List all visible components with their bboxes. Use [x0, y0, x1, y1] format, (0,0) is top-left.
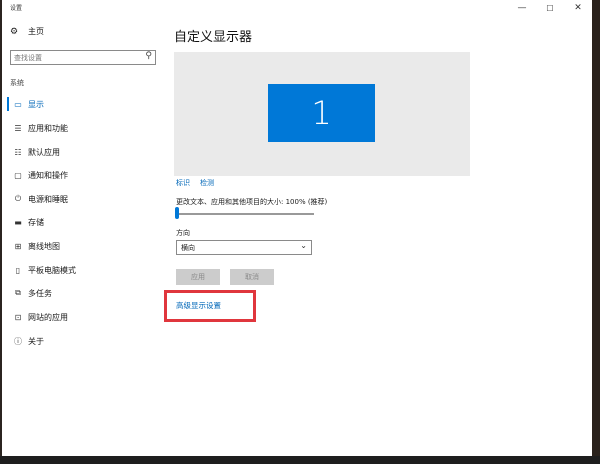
sidebar-item-label: 显示: [28, 99, 44, 109]
apply-button[interactable]: 应用: [176, 269, 220, 285]
sidebar-item-label: 平板电脑模式: [28, 265, 76, 275]
info-icon: ⓘ: [14, 336, 22, 346]
monitor-icon: ▭: [14, 99, 22, 109]
scale-label: 更改文本、应用和其他项目的大小: 100% (推荐): [176, 198, 328, 206]
web-apps-icon: ⊡: [14, 312, 22, 322]
monitor-1[interactable]: 1: [268, 84, 375, 142]
window-title: 设置: [10, 5, 23, 12]
desktop-background: [592, 0, 600, 464]
sidebar-item-notifications[interactable]: ▢ 通知和操作: [2, 165, 162, 185]
scale-slider-track[interactable]: [176, 213, 314, 215]
sidebar-item-label: 离线地图: [28, 241, 60, 251]
sidebar-item-label: 电源和睡眠: [28, 194, 68, 204]
orientation-value: 横向: [181, 244, 195, 252]
map-icon: ⊞: [14, 241, 22, 251]
taskbar-edge: [0, 456, 600, 464]
maximize-button[interactable]: ☐: [536, 0, 564, 16]
gear-icon: ⚙: [10, 26, 19, 37]
active-indicator: [7, 97, 9, 111]
sidebar: ⚙ 主页 ⚲ 系统 ▭ 显示 ☰ 应用和功能 ☷ 默认应用 ▢ 通知和操作 ⏻ …: [2, 16, 162, 456]
monitor-number: 1: [311, 94, 332, 132]
sidebar-item-label: 存储: [28, 217, 44, 227]
advanced-display-settings-link[interactable]: 高级显示设置: [176, 300, 221, 311]
sidebar-item-about[interactable]: ⓘ 关于: [2, 331, 162, 351]
scale-slider-thumb[interactable]: [175, 207, 179, 219]
sidebar-item-label: 多任务: [28, 288, 52, 298]
identify-link[interactable]: 标识: [176, 178, 190, 188]
minimize-button[interactable]: —: [508, 0, 536, 16]
main-content: 自定义显示器 1 标识 检测 更改文本、应用和其他项目的大小: 100% (推荐…: [164, 16, 584, 456]
sidebar-item-label: 默认应用: [28, 147, 60, 157]
sidebar-item-apps-for-websites[interactable]: ⊡ 网站的应用: [2, 307, 162, 327]
sidebar-home[interactable]: ⚙ 主页: [10, 26, 44, 37]
sidebar-item-tablet-mode[interactable]: ▯ 平板电脑模式: [2, 260, 162, 280]
multitask-icon: ⧉: [15, 288, 21, 297]
search-input[interactable]: [14, 52, 138, 63]
sidebar-item-label: 关于: [28, 336, 44, 346]
title-bar: 设置 — ☐ ✕: [2, 0, 592, 16]
sidebar-item-label: 网站的应用: [28, 312, 68, 322]
monitor-arrangement: 1: [174, 52, 470, 176]
search-box[interactable]: ⚲: [10, 50, 156, 65]
section-label: 系统: [10, 79, 24, 87]
cancel-button[interactable]: 取消: [230, 269, 274, 285]
sidebar-item-apps-features[interactable]: ☰ 应用和功能: [2, 118, 162, 138]
sidebar-item-multitasking[interactable]: ⧉ 多任务: [2, 283, 162, 303]
sidebar-item-power-sleep[interactable]: ⏻ 电源和睡眠: [2, 189, 162, 209]
close-button[interactable]: ✕: [564, 0, 592, 16]
apps-list-icon: ☰: [14, 123, 22, 133]
orientation-dropdown[interactable]: 横向 ⌄: [176, 240, 312, 255]
orientation-label: 方向: [176, 229, 190, 237]
detect-link[interactable]: 检测: [200, 178, 214, 188]
storage-icon: ▬: [14, 217, 22, 227]
sidebar-item-offline-maps[interactable]: ⊞ 离线地图: [2, 236, 162, 256]
sidebar-item-label: 通知和操作: [28, 170, 68, 180]
default-apps-icon: ☷: [14, 147, 22, 157]
power-icon: ⏻: [14, 194, 22, 203]
tablet-icon: ▯: [15, 265, 21, 275]
sidebar-item-display[interactable]: ▭ 显示: [2, 94, 162, 114]
search-icon[interactable]: ⚲: [145, 51, 152, 61]
notification-icon: ▢: [14, 170, 22, 180]
settings-window: 设置 — ☐ ✕ ⚙ 主页 ⚲ 系统 ▭ 显示 ☰ 应用和功能 ☷ 默认应用 ▢: [2, 0, 592, 456]
page-title: 自定义显示器: [174, 30, 253, 45]
sidebar-item-default-apps[interactable]: ☷ 默认应用: [2, 142, 162, 162]
home-label: 主页: [28, 27, 44, 36]
sidebar-item-label: 应用和功能: [28, 123, 68, 133]
sidebar-item-storage[interactable]: ▬ 存储: [2, 212, 162, 232]
chevron-down-icon: ⌄: [300, 241, 307, 250]
